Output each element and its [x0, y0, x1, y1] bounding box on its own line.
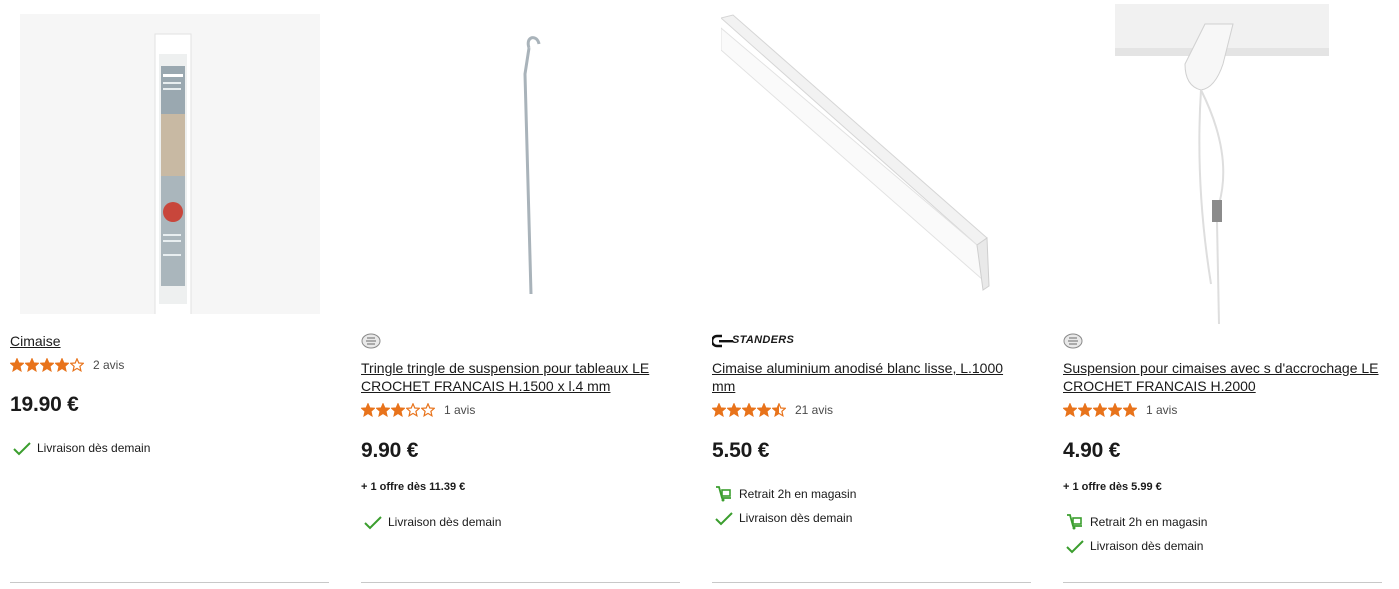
review-count[interactable]: 1 avis [444, 403, 475, 417]
delivery-label: Livraison dès demain [1090, 539, 1204, 553]
star-full-icon [727, 403, 741, 417]
product-price: 4.90 € [1063, 439, 1121, 462]
star-empty-icon [70, 358, 84, 372]
product-card-3[interactable]: STANDERS Cimaise aluminium anodisé blanc… [712, 0, 1032, 589]
product-title[interactable]: Cimaise aluminium anodisé blanc lisse, L… [712, 359, 1022, 395]
check-icon [13, 442, 31, 456]
star-full-icon [757, 403, 771, 417]
star-full-icon [1123, 403, 1137, 417]
product-price: 19.90 € [10, 393, 79, 416]
star-full-icon [10, 358, 24, 372]
product-rating: 1 avis [1063, 403, 1177, 417]
product-card-2[interactable]: Tringle tringle de suspension pour table… [361, 0, 681, 589]
star-full-icon [712, 403, 726, 417]
star-empty-icon [421, 403, 435, 417]
delivery-label: Livraison dès demain [388, 515, 502, 529]
delivery-info: Livraison dès demain [363, 514, 501, 530]
card-divider [361, 582, 680, 583]
pickup-label: Retrait 2h en magasin [739, 487, 857, 501]
check-icon [364, 516, 382, 530]
product-rating: 2 avis [10, 358, 124, 372]
product-rating: 21 avis [712, 403, 833, 417]
star-full-icon [391, 403, 405, 417]
star-full-icon [40, 358, 54, 372]
product-title[interactable]: Tringle tringle de suspension pour table… [361, 359, 666, 395]
product-title[interactable]: Cimaise [10, 332, 320, 350]
pickup-label: Retrait 2h en magasin [1090, 515, 1208, 529]
brand-logo [1063, 333, 1085, 349]
store-pickup-icon [1067, 514, 1082, 530]
brand-logo: STANDERS [712, 333, 816, 349]
delivery-info: Livraison dès demain [12, 440, 150, 456]
star-full-icon [376, 403, 390, 417]
product-price: 9.90 € [361, 439, 419, 462]
review-count[interactable]: 2 avis [93, 358, 124, 372]
card-divider [1063, 582, 1382, 583]
star-full-icon [1063, 403, 1077, 417]
star-full-icon [1078, 403, 1092, 417]
product-card-4[interactable]: Suspension pour cimaises avec s d'accroc… [1063, 0, 1383, 589]
product-image[interactable] [721, 10, 1021, 310]
delivery-label: Livraison dès demain [37, 441, 151, 455]
star-half-icon [772, 403, 786, 417]
pickup-info: Retrait 2h en magasin [714, 486, 856, 502]
product-image[interactable] [371, 14, 671, 314]
delivery-label: Livraison dès demain [739, 511, 853, 525]
store-pickup-icon [716, 486, 731, 502]
product-image[interactable] [20, 14, 320, 314]
product-title[interactable]: Suspension pour cimaises avec s d'accroc… [1063, 359, 1383, 395]
other-offers-link[interactable]: + 1 offre dès 5.99 € [1063, 481, 1162, 493]
delivery-info: Livraison dès demain [714, 510, 852, 526]
star-full-icon [742, 403, 756, 417]
brand-name: STANDERS [732, 334, 795, 346]
review-count[interactable]: 21 avis [795, 403, 833, 417]
star-full-icon [25, 358, 39, 372]
card-divider [712, 582, 1031, 583]
product-card-1[interactable]: Cimaise 2 avis 19.90 € Livraison dès dem… [10, 0, 330, 589]
star-full-icon [361, 403, 375, 417]
star-full-icon [1108, 403, 1122, 417]
product-image[interactable] [1115, 4, 1329, 324]
crochet-francais-logo-icon [361, 333, 381, 349]
check-icon [715, 512, 733, 526]
crochet-francais-logo-icon [1063, 333, 1083, 349]
brand-logo [361, 333, 383, 349]
product-rating: 1 avis [361, 403, 475, 417]
star-full-icon [55, 358, 69, 372]
other-offers-link[interactable]: + 1 offre dès 11.39 € [361, 481, 465, 493]
delivery-info: Livraison dès demain [1065, 538, 1203, 554]
product-price: 5.50 € [712, 439, 770, 462]
star-empty-icon [406, 403, 420, 417]
check-icon [1066, 540, 1084, 554]
pickup-info: Retrait 2h en magasin [1065, 514, 1207, 530]
card-divider [10, 582, 329, 583]
star-full-icon [1093, 403, 1107, 417]
review-count[interactable]: 1 avis [1146, 403, 1177, 417]
